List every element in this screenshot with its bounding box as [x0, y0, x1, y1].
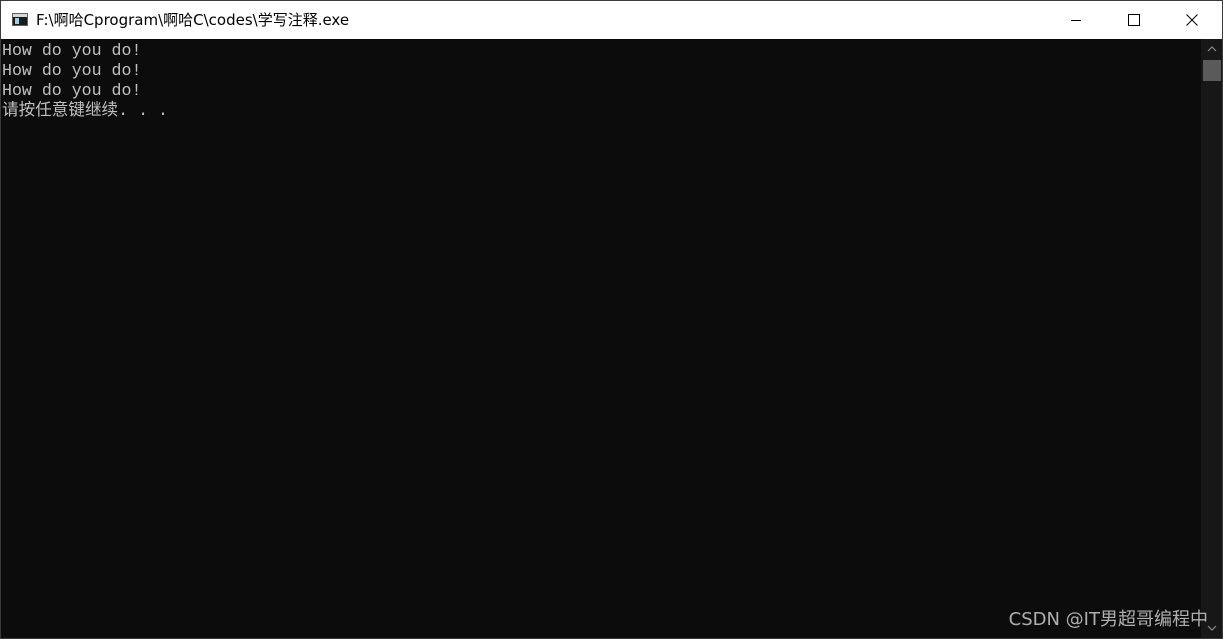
maximize-icon — [1128, 14, 1140, 26]
console-window-icon[interactable] — [12, 13, 28, 26]
console-line: How do you do! — [2, 61, 142, 80]
minimize-button[interactable] — [1047, 1, 1105, 39]
minimize-icon — [1071, 20, 1081, 21]
window-title: F:\啊哈Cprogram\啊哈C\codes\学写注释.exe — [36, 11, 350, 29]
vertical-scrollbar[interactable] — [1201, 39, 1222, 638]
maximize-button[interactable] — [1105, 1, 1163, 39]
chevron-up-icon — [1207, 46, 1216, 52]
console-line: How do you do! — [2, 81, 142, 100]
chevron-down-icon — [1207, 625, 1216, 631]
watermark: CSDN @IT男超哥编程中 — [1008, 609, 1208, 630]
console-line: How do you do! — [2, 41, 142, 60]
console-output[interactable]: How do you do! How do you do! How do you… — [1, 39, 1201, 638]
close-button[interactable] — [1163, 1, 1221, 39]
console-prompt-line: 请按任意键继续. . . — [2, 101, 168, 120]
title-bar[interactable]: F:\啊哈Cprogram\啊哈C\codes\学写注释.exe — [1, 1, 1222, 39]
close-icon — [1186, 14, 1198, 26]
scroll-up-button[interactable] — [1201, 39, 1222, 59]
scroll-thumb[interactable] — [1203, 60, 1221, 81]
console-window: F:\啊哈Cprogram\啊哈C\codes\学写注释.exe How do … — [0, 0, 1223, 639]
